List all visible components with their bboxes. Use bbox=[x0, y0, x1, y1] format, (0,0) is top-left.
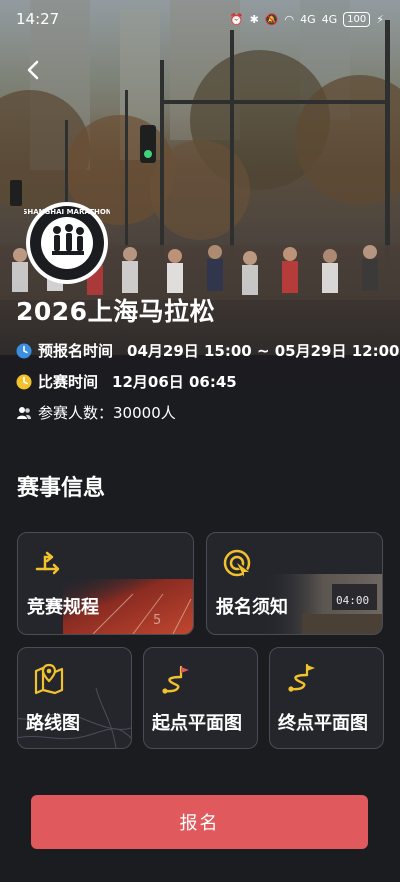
bluetooth-icon: ✱ bbox=[249, 12, 259, 26]
charging-icon: ⚡ bbox=[376, 12, 384, 26]
users-icon bbox=[17, 406, 31, 419]
card-label: 起点平面图 bbox=[152, 713, 242, 734]
svg-text:04:00: 04:00 bbox=[336, 594, 369, 607]
alarm-icon: ⏰ bbox=[229, 12, 244, 26]
card-finish-plan[interactable]: 终点平面图 bbox=[269, 647, 384, 749]
clock-icon bbox=[16, 374, 32, 389]
signup-button[interactable]: 报名 bbox=[31, 795, 368, 849]
network-1-label: 4G bbox=[300, 12, 316, 26]
card-registration-notice[interactable]: 04:00 报名须知 bbox=[206, 532, 383, 635]
status-time: 14:27 bbox=[16, 10, 60, 28]
route-rules-icon bbox=[35, 551, 60, 575]
card-start-plan[interactable]: 起点平面图 bbox=[143, 647, 258, 749]
network-2-label: 4G bbox=[321, 12, 338, 26]
card-label: 路线图 bbox=[26, 713, 80, 734]
card-label: 竞赛规程 bbox=[27, 597, 99, 618]
participants-row: 参赛人数： 30000人 bbox=[16, 402, 176, 423]
race-time-row: 比赛时间 12月06日 06:45 bbox=[16, 371, 237, 392]
wifi-icon: ◠ bbox=[284, 12, 295, 26]
section-title: 赛事信息 bbox=[17, 476, 106, 501]
card-label: 报名须知 bbox=[216, 597, 288, 618]
status-bar: 14:27 ⏰ ✱ 🔕 ◠ 4G 4G 100 ⚡ bbox=[0, 0, 400, 38]
svg-text:5: 5 bbox=[153, 613, 161, 628]
card-route-map[interactable]: 路线图 bbox=[17, 647, 132, 749]
race-time-label: 比赛时间 bbox=[38, 373, 99, 391]
participants-label: 参赛人数： bbox=[38, 404, 114, 422]
map-pin-icon bbox=[34, 663, 64, 695]
race-time-value: 12月06日 06:45 bbox=[112, 373, 237, 391]
start-route-icon bbox=[162, 665, 189, 694]
card-race-rules[interactable]: 5 竞赛规程 bbox=[17, 532, 194, 635]
clock-icon bbox=[16, 343, 32, 358]
prereg-value: 04月29日 15:00 ~ 05月29日 12:00 bbox=[127, 342, 400, 360]
participants-value: 30000人 bbox=[113, 404, 176, 422]
battery-indicator: 100 bbox=[343, 11, 371, 27]
chevron-left-icon bbox=[27, 60, 39, 80]
card-label: 终点平面图 bbox=[278, 713, 368, 734]
back-button[interactable] bbox=[18, 55, 48, 85]
finish-route-icon bbox=[288, 663, 315, 692]
prereg-label: 预报名时间 bbox=[38, 342, 114, 360]
mute-icon: 🔕 bbox=[264, 12, 279, 26]
marathon-logo: SHANGHAI MARATHON bbox=[22, 200, 112, 286]
event-title: 2026上海马拉松 bbox=[16, 297, 216, 326]
svg-text:SHANGHAI MARATHON: SHANGHAI MARATHON bbox=[24, 208, 110, 216]
target-icon bbox=[223, 549, 251, 577]
status-icons: ⏰ ✱ 🔕 ◠ 4G 4G 100 ⚡ bbox=[229, 11, 384, 27]
prereg-time-row: 预报名时间 04月29日 15:00 ~ 05月29日 12:00 bbox=[16, 340, 399, 361]
